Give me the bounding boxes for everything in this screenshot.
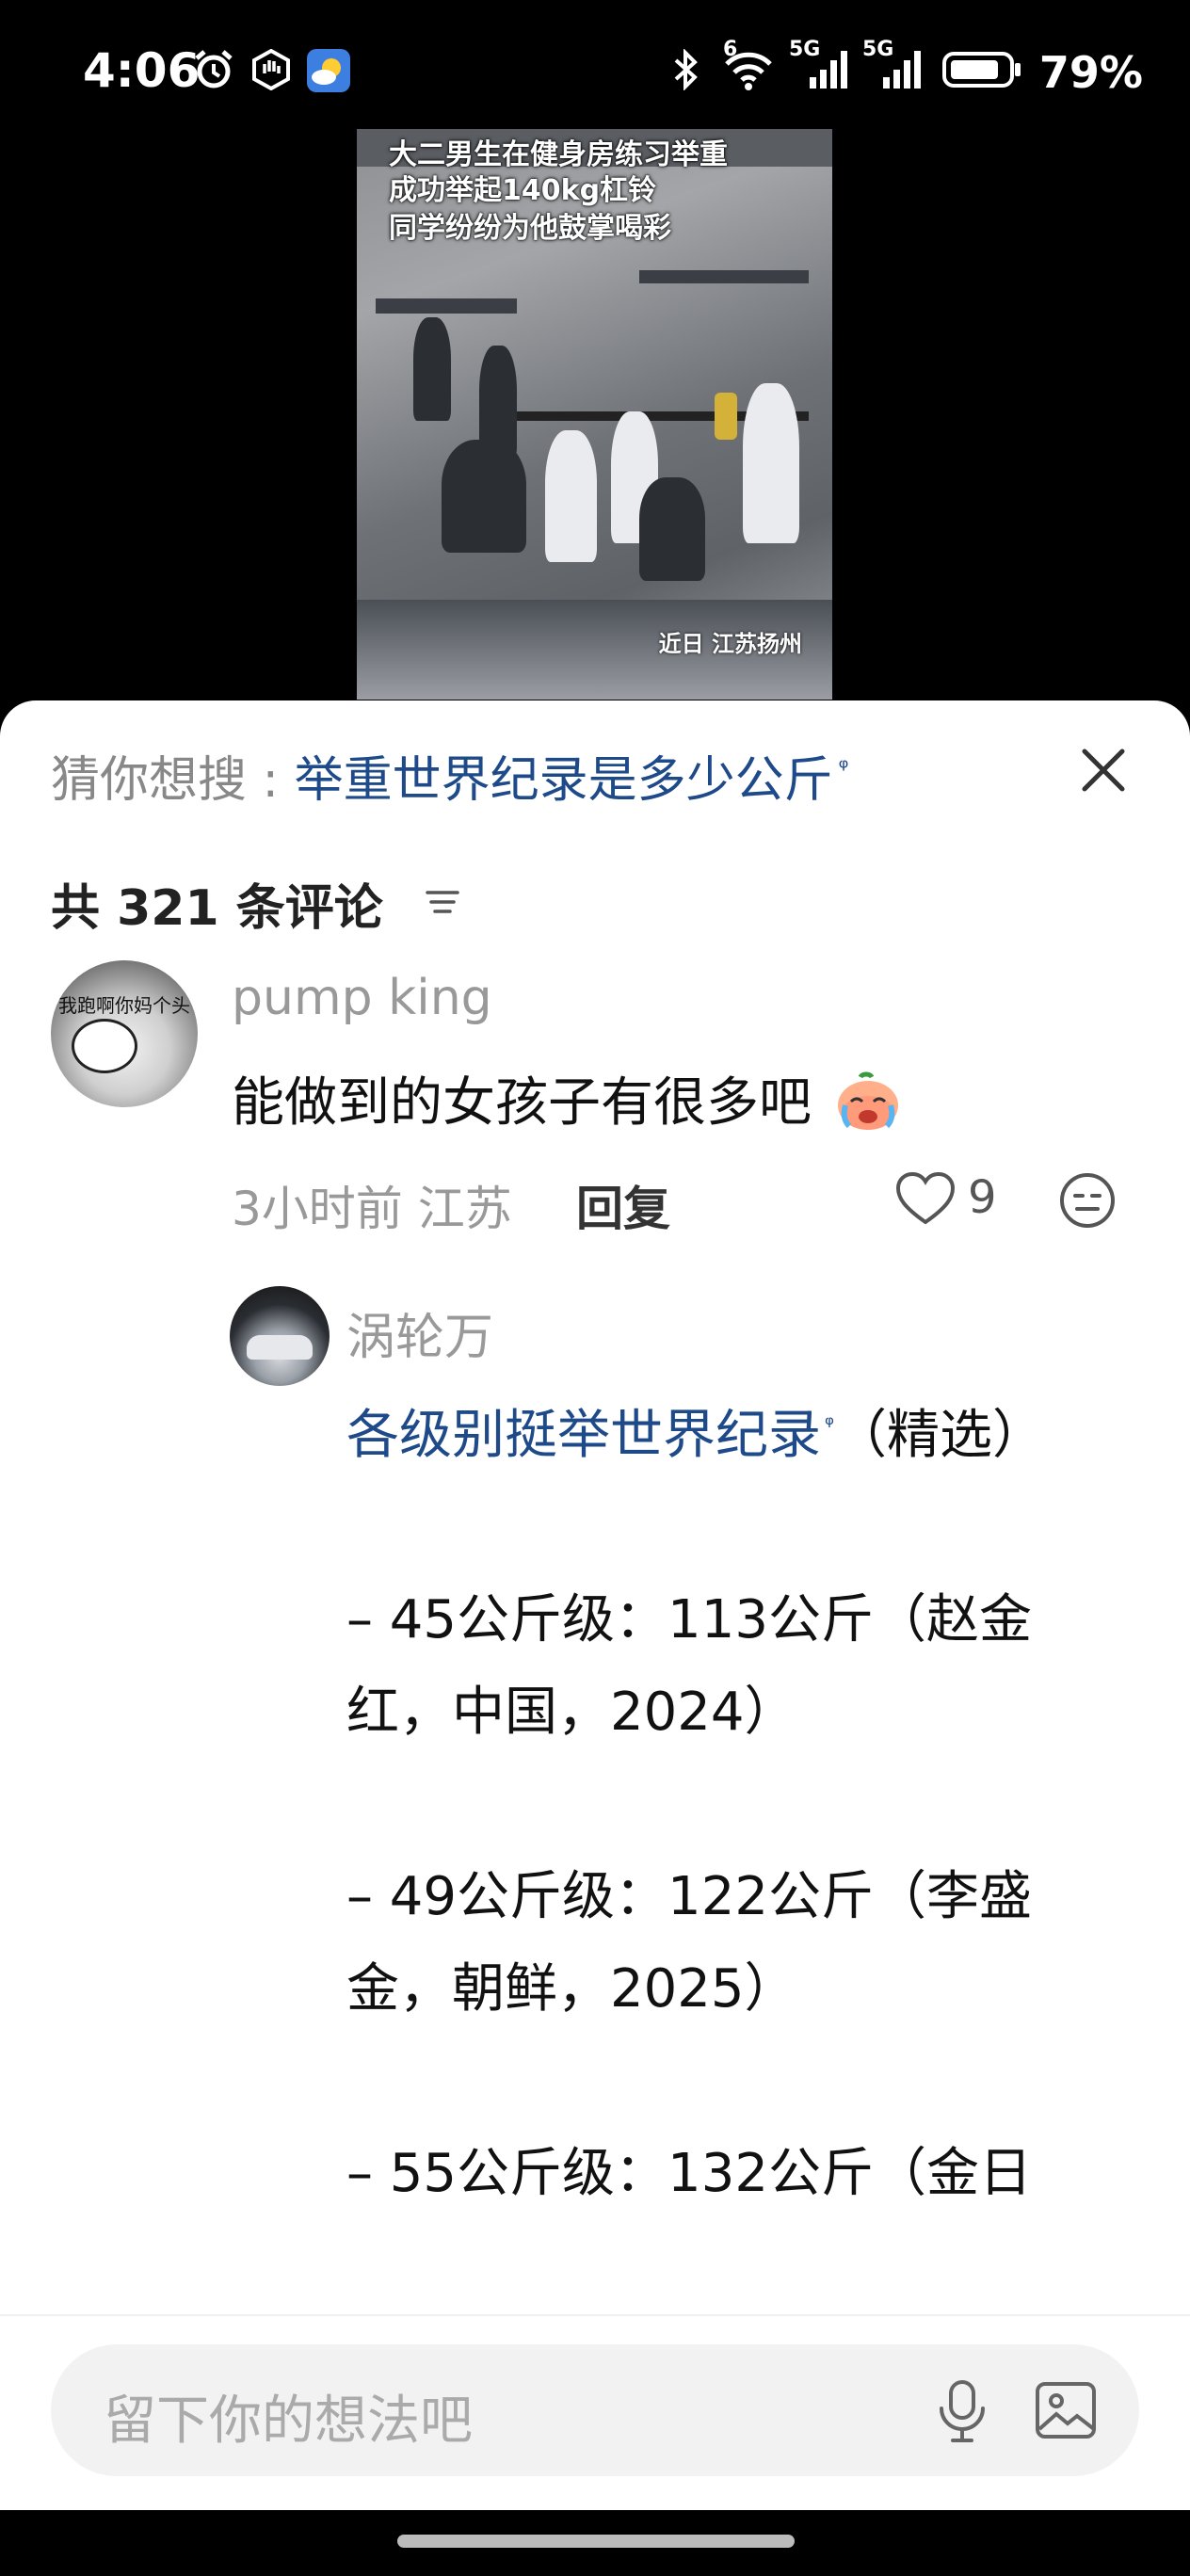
clock: 4:06 — [83, 43, 201, 98]
record-line: – 45公斤级：113公斤（赵金 — [346, 1589, 1032, 1650]
video-location-tag: 近日 江苏扬州 — [658, 631, 802, 657]
video-rack — [376, 298, 517, 314]
reply-button[interactable]: 回复 — [576, 1171, 670, 1239]
hand-shield-icon — [252, 49, 290, 90]
video-person — [442, 440, 526, 553]
battery-icon — [942, 52, 1021, 88]
video-person — [743, 383, 799, 543]
reply-avatar[interactable] — [230, 1286, 330, 1386]
comment-text: 能做到的女孩子有很多吧 — [232, 1060, 902, 1136]
bluetooth-icon — [674, 49, 698, 90]
video-person — [413, 317, 451, 421]
image-icon[interactable] — [1030, 2375, 1102, 2446]
video-plate — [715, 393, 737, 440]
video-player[interactable]: 大二男生在健身房练习举重 成功举起140kg杠铃 同学纷纷为他鼓掌喝彩 近日 江… — [357, 129, 832, 700]
avatar-text: 我跑啊你妈个头 — [58, 994, 190, 1017]
heart-icon[interactable] — [894, 1171, 957, 1228]
reaction-face-icon[interactable] — [1058, 1171, 1117, 1230]
video-person — [639, 477, 705, 581]
wifi-generation-label: 6 — [723, 38, 738, 61]
reply-heading-suffix: （精选） — [833, 1405, 1045, 1466]
video-caption-line-2: 成功举起140kg杠铃 — [389, 174, 657, 207]
weather-icon — [307, 49, 350, 92]
comment-username[interactable]: pump king — [232, 970, 492, 1026]
close-icon[interactable] — [1077, 744, 1130, 797]
reply-search-link[interactable]: 各级别挺举世界纪录 — [346, 1405, 821, 1466]
search-small-icon: ᵠ — [838, 754, 849, 782]
comment-panel: 猜你想搜 : 举重世界纪录是多少公斤 ᵠ 共 321 条评论 我跑啊你妈个头 pu… — [0, 700, 1190, 2508]
signal-2-icon — [883, 51, 921, 89]
comment-input[interactable]: 留下你的想法吧 — [51, 2344, 1139, 2476]
avatar-car — [247, 1335, 313, 1360]
record-line: – 49公斤级：122公斤（李盛 — [346, 1866, 1032, 1927]
video-rack — [639, 270, 809, 283]
comment-input-placeholder: 留下你的想法吧 — [104, 2391, 473, 2452]
search-suggestion[interactable]: 猜你想搜 : 举重世界纪录是多少公斤 ᵠ — [51, 740, 848, 811]
battery-percent: 79% — [1038, 47, 1143, 98]
signal-1-icon — [810, 51, 847, 89]
record-line: – 55公斤级：132公斤（金日 — [346, 2143, 1032, 2204]
avatar-figure — [72, 1019, 137, 1073]
search-suggestion-label: 猜你想搜 : — [51, 752, 295, 809]
sort-icon[interactable] — [424, 885, 461, 919]
reply-username[interactable]: 涡轮万 — [346, 1297, 493, 1368]
comment-input-bar: 留下你的想法吧 — [0, 2314, 1190, 2510]
video-caption-line-3: 同学纷纷为他鼓掌喝彩 — [389, 212, 671, 245]
comment-text-body: 能做到的女孩子有很多吧 — [232, 1072, 812, 1134]
status-bar: 4:06 6 5G 5G 79% — [0, 0, 1190, 151]
home-indicator[interactable] — [397, 2535, 795, 2548]
search-suggestion-query[interactable]: 举重世界纪录是多少公斤 — [295, 752, 833, 809]
comment-time-location: 3小时前 江苏 — [232, 1182, 512, 1236]
video-person — [545, 430, 597, 562]
like-count: 9 — [968, 1171, 997, 1224]
microphone-icon[interactable] — [926, 2375, 998, 2446]
alarm-icon — [195, 50, 233, 89]
reply-heading: 各级别挺举世界纪录 ᵠ（精选） — [346, 1378, 1118, 1482]
search-small-icon: ᵠ — [825, 1411, 834, 1438]
record-line: 金，朝鲜，2025） — [346, 1958, 797, 2020]
crying-face-emoji-icon — [837, 1071, 898, 1130]
avatar[interactable]: 我跑啊你妈个头 — [51, 960, 198, 1107]
comment-count: 共 321 条评论 — [51, 880, 383, 937]
record-line: 红，中国，2024） — [346, 1682, 797, 1743]
reply-text: 各级别挺举世界纪录 ᵠ（精选） – 45公斤级：113公斤（赵金 红，中国，202… — [346, 1378, 1118, 2220]
